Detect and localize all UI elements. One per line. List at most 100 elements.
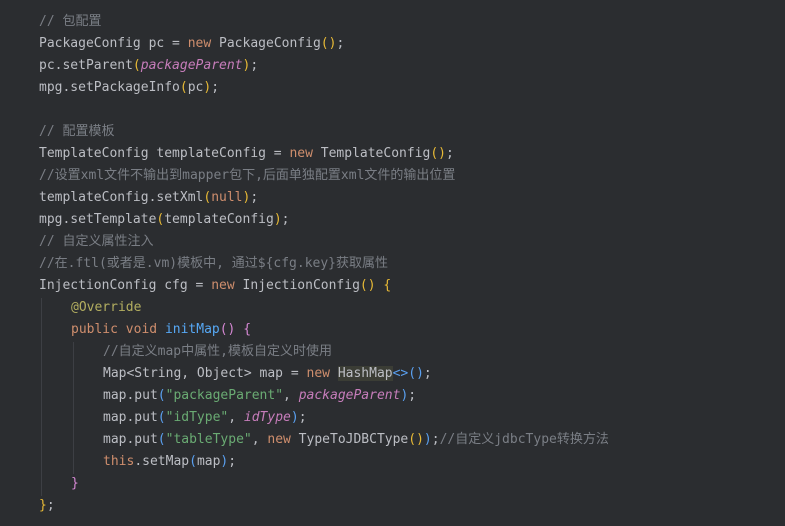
code-token: , <box>283 388 299 403</box>
code-token: HashMap <box>337 366 393 381</box>
code-token: @Override <box>71 300 142 315</box>
code-line[interactable]: map.put("packageParent", packageParent); <box>103 385 416 407</box>
indent-guide-inner <box>73 342 74 474</box>
code-comment: //自定义jdbcType转换方法 <box>439 432 609 447</box>
code-line[interactable]: }; <box>39 495 55 517</box>
code-comment: //设置xml文件不输出到mapper包下,后面单独配置xml文件的输出位置 <box>39 168 456 183</box>
code-line[interactable]: templateConfig.setXml(null); <box>39 187 258 209</box>
code-token: map.put <box>103 410 158 425</box>
code-token: { <box>383 278 392 293</box>
code-token: ( <box>157 388 166 403</box>
code-line[interactable]: //自定义map中属性,模板自定义时使用 <box>103 341 332 363</box>
code-token: InjectionConfig <box>234 278 360 293</box>
code-token: ) <box>423 432 432 447</box>
code-token: PackageConfig pc = <box>39 36 188 51</box>
code-token: map.put <box>103 388 158 403</box>
code-token: templateConfig <box>164 212 274 227</box>
code-line[interactable]: //设置xml文件不输出到mapper包下,后面单独配置xml文件的输出位置 <box>39 165 455 187</box>
code-token: map.put <box>103 432 158 447</box>
code-token: ( <box>189 454 197 469</box>
code-token: } <box>71 476 79 491</box>
code-token: ; <box>250 58 259 73</box>
code-token: { <box>243 322 252 337</box>
code-comment: // 配置模板 <box>39 124 115 139</box>
code-token: InjectionConfig cfg = <box>39 278 212 293</box>
code-line[interactable]: // 自定义属性注入 <box>39 231 153 253</box>
code-token: ; <box>250 190 259 205</box>
code-token: public <box>71 322 118 337</box>
code-token: pc <box>187 80 204 95</box>
code-token: ; <box>281 212 290 227</box>
code-token: ; <box>446 146 454 161</box>
code-token: initMap <box>164 322 220 337</box>
code-comment: //在.ftl(或者是.vm)模板中, 通过${cfg.key}获取属性 <box>39 256 389 271</box>
code-line[interactable]: } <box>71 473 79 495</box>
code-editor[interactable]: // 包配置 PackageConfig pc = new PackageConf… <box>0 0 785 526</box>
code-token: pc.setParent <box>39 58 133 73</box>
code-line[interactable]: map.put("idType", idType); <box>103 407 307 429</box>
code-token: templateConfig.setXml <box>39 190 204 205</box>
code-token: ; <box>408 388 417 403</box>
code-token: new <box>306 366 330 381</box>
code-token: void <box>125 322 158 337</box>
code-comment: // 包配置 <box>39 14 102 29</box>
code-token: ; <box>431 432 440 447</box>
code-token: ( <box>179 80 188 95</box>
code-token: TypeToJDBCType <box>290 432 409 447</box>
code-line[interactable]: Map<String, Object> map = new HashMap<>(… <box>103 363 432 385</box>
code-token: , <box>228 410 244 425</box>
code-token: new <box>187 36 212 51</box>
code-token: map <box>196 454 221 469</box>
code-token: new <box>211 278 235 293</box>
code-line[interactable]: public void initMap() { <box>71 319 251 341</box>
code-line[interactable]: TemplateConfig templateConfig = new Temp… <box>39 143 454 165</box>
code-line[interactable]: InjectionConfig cfg = new InjectionConfi… <box>39 275 391 297</box>
code-token: () <box>359 278 376 293</box>
code-line[interactable]: PackageConfig pc = new PackageConfig(); <box>39 33 344 55</box>
code-token: () <box>430 146 446 161</box>
code-token: TemplateConfig templateConfig = <box>39 146 290 161</box>
code-token: ; <box>336 36 345 51</box>
code-token: Map<String, Object> map = <box>103 366 307 381</box>
code-token: idType <box>243 410 291 425</box>
code-token: new <box>289 146 313 161</box>
code-token: TemplateConfig <box>312 146 431 161</box>
code-token: ( <box>157 432 166 447</box>
code-line[interactable]: // 配置模板 <box>39 121 114 143</box>
code-token: ; <box>423 366 432 381</box>
code-line[interactable]: mpg.setPackageInfo(pc); <box>39 77 219 99</box>
code-token: null <box>211 190 243 205</box>
code-token: () <box>320 36 337 51</box>
code-line[interactable]: pc.setParent(packageParent); <box>39 55 258 77</box>
code-token: this <box>103 454 135 469</box>
code-line[interactable]: this.setMap(map); <box>103 451 236 473</box>
code-token: "tableType" <box>165 432 252 447</box>
code-token: <>() <box>392 366 424 381</box>
code-line[interactable]: @Override <box>71 297 141 319</box>
code-token: mpg.setTemplate <box>39 212 157 227</box>
code-comment: // 自定义属性注入 <box>39 234 154 249</box>
indent-guide-outer <box>41 298 42 496</box>
code-token: } <box>39 498 47 513</box>
code-line[interactable]: // 包配置 <box>39 11 101 33</box>
code-line[interactable]: //在.ftl(或者是.vm)模板中, 通过${cfg.key}获取属性 <box>39 253 388 275</box>
code-token: ; <box>228 454 237 469</box>
code-token: mpg.setPackageInfo <box>39 80 180 95</box>
code-token: ; <box>298 410 307 425</box>
code-comment: //自定义map中属性,模板自定义时使用 <box>103 344 332 359</box>
code-token: ( <box>157 410 166 425</box>
code-token: ( <box>132 58 141 73</box>
code-token: PackageConfig <box>211 36 321 51</box>
code-line[interactable]: map.put("tableType", new TypeToJDBCType(… <box>103 429 609 451</box>
code-token: ; <box>211 80 220 95</box>
code-line[interactable]: mpg.setTemplate(templateConfig); <box>39 209 289 231</box>
code-token: "packageParent" <box>165 388 284 403</box>
code-token: .setMap <box>134 454 190 469</box>
code-token: "idType" <box>165 410 229 425</box>
code-token: ; <box>46 498 55 513</box>
code-token: packageParent <box>298 388 401 403</box>
code-token: packageParent <box>140 58 243 73</box>
